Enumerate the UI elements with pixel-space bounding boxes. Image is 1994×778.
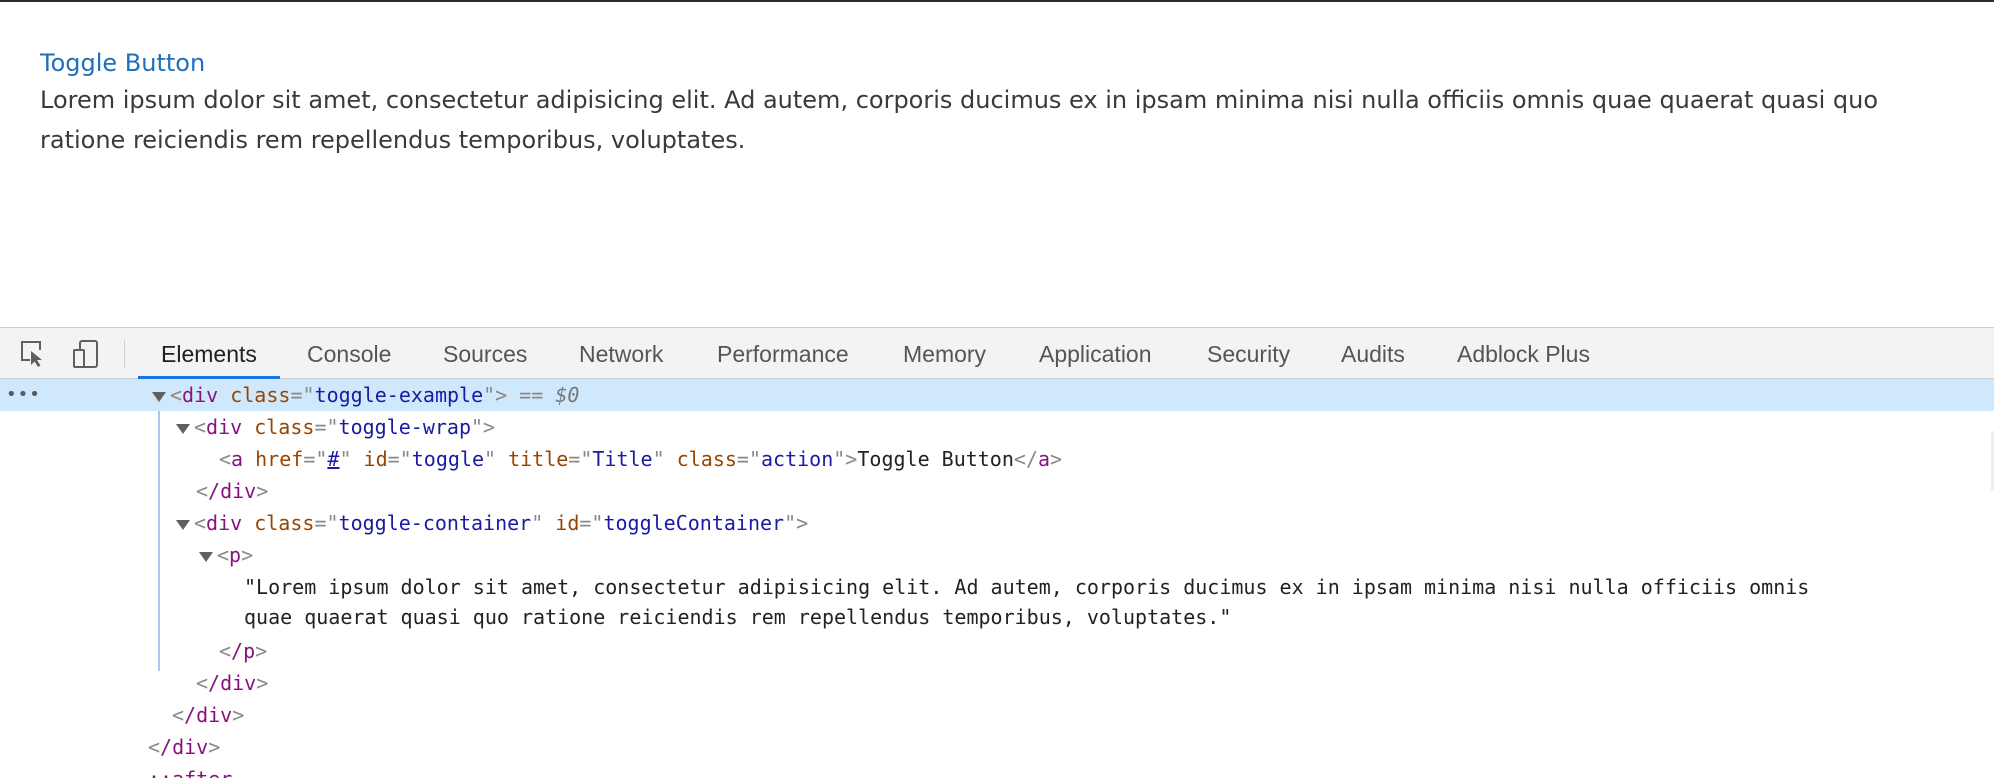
dom-node-toggle-anchor[interactable]: <a href="#" id="toggle" title="Title" cl… — [0, 443, 1994, 475]
dom-node-p[interactable]: <p> — [0, 539, 1994, 571]
devtools-toolbar: Elements Console Sources Network Perform… — [0, 327, 1994, 379]
dom-pseudo-after[interactable]: ::after — [0, 763, 1994, 778]
tab-network[interactable]: Network — [579, 328, 663, 379]
dom-node-close-div[interactable]: </div> — [0, 475, 1994, 507]
tab-elements[interactable]: Elements — [138, 328, 280, 379]
devtools-panel: Elements Console Sources Network Perform… — [0, 327, 1994, 778]
tab-security[interactable]: Security — [1207, 328, 1290, 379]
node-actions-ellipsis[interactable]: ••• — [6, 379, 41, 411]
expand-arrow-icon[interactable] — [152, 391, 166, 402]
toolbar-separator — [124, 340, 125, 368]
dom-node-toggle-container[interactable]: <div class="toggle-container" id="toggle… — [0, 507, 1994, 539]
dom-node-close-div[interactable]: </div> — [0, 731, 1994, 763]
tab-sources[interactable]: Sources — [443, 328, 527, 379]
device-toolbar-icon[interactable] — [69, 338, 103, 370]
expand-arrow-icon[interactable] — [176, 519, 190, 530]
dom-node-toggle-example[interactable]: ••• <div class="toggle-example"> == $0 — [0, 379, 1994, 411]
window-top-border — [0, 0, 1994, 2]
inspect-element-icon[interactable] — [17, 338, 51, 370]
page-content: Toggle Button Lorem ipsum dolor sit amet… — [40, 46, 1940, 160]
tab-adblock-plus[interactable]: Adblock Plus — [1457, 328, 1590, 379]
tab-performance[interactable]: Performance — [717, 328, 849, 379]
elements-dom-tree: ••• <div class="toggle-example"> == $0 <… — [0, 379, 1994, 778]
tab-console[interactable]: Console — [307, 328, 391, 379]
tab-audits[interactable]: Audits — [1341, 328, 1405, 379]
toggle-paragraph: Lorem ipsum dolor sit amet, consectetur … — [40, 86, 1879, 154]
dom-node-toggle-wrap[interactable]: <div class="toggle-wrap"> — [0, 411, 1994, 443]
tab-memory[interactable]: Memory — [903, 328, 986, 379]
expand-arrow-icon[interactable] — [199, 551, 213, 562]
toggle-button-link[interactable]: Toggle Button — [40, 46, 205, 80]
dom-node-close-div[interactable]: </div> — [0, 699, 1994, 731]
dom-node-close-div[interactable]: </div> — [0, 667, 1994, 699]
tab-application[interactable]: Application — [1039, 328, 1152, 379]
dom-text-node-continued[interactable]: quae quaerat quasi quo ratione reiciendi… — [0, 601, 1994, 633]
dom-text-node[interactable]: "Lorem ipsum dolor sit amet, consectetur… — [0, 571, 1994, 603]
dom-node-close-p[interactable]: </p> — [0, 635, 1994, 667]
expand-arrow-icon[interactable] — [176, 423, 190, 434]
